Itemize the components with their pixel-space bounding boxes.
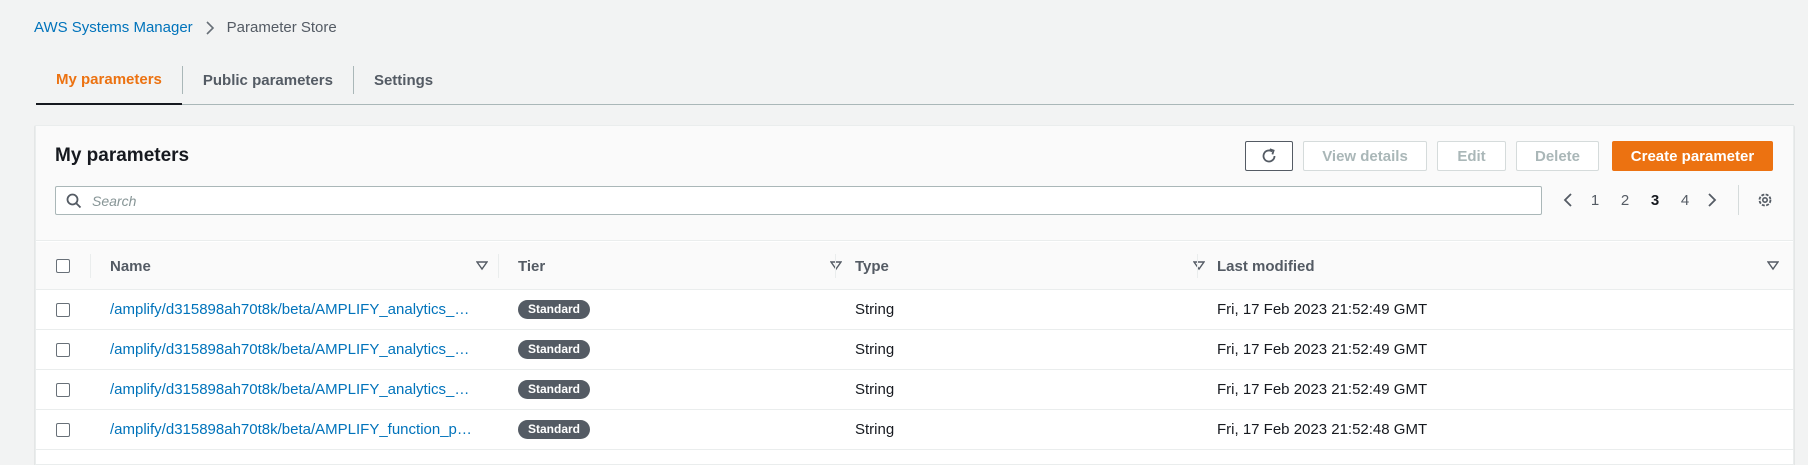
parameter-name-link[interactable]: /amplify/d315898ah70t8k/beta/AMPLIFY_fun… [110, 421, 475, 438]
last-modified-cell: Fri, 17 Feb 2023 21:52:48 GMT [1217, 421, 1428, 438]
parameters-panel: My parameters View details Edit Delete C… [35, 125, 1794, 465]
create-parameter-button[interactable]: Create parameter [1612, 141, 1773, 171]
tier-cell: Standard [518, 370, 591, 409]
edit-button[interactable]: Edit [1437, 141, 1506, 171]
tab-bar: My parameters Public parameters Settings [36, 56, 1794, 105]
chevron-right-icon[interactable] [1700, 192, 1724, 208]
sort-caret-icon[interactable] [1193, 261, 1205, 271]
parameter-name-link[interactable]: /amplify/d315898ah70t8k/beta/AMPLIFY_ana… [110, 381, 475, 398]
gear-icon[interactable] [1753, 188, 1777, 212]
column-last-modified-label: Last modified [1217, 257, 1315, 275]
breadcrumb-systems-manager-link[interactable]: AWS Systems Manager [34, 19, 193, 36]
column-header-type[interactable]: Type [855, 242, 1217, 290]
column-divider [1197, 254, 1198, 278]
search-box [55, 186, 1542, 215]
type-cell: String [855, 381, 895, 398]
view-details-button[interactable]: View details [1303, 141, 1427, 171]
table-row[interactable]: /amplify/d315898ah70t8k/beta/AMPLIFY_fun… [36, 410, 1793, 450]
column-tier-label: Tier [518, 257, 546, 275]
tier-badge: Standard [518, 420, 591, 439]
refresh-icon [1260, 147, 1278, 165]
chevron-right-icon [205, 20, 215, 35]
tab-settings[interactable]: Settings [354, 56, 453, 104]
row-select-cell [56, 330, 70, 369]
column-divider [835, 254, 836, 278]
table-row[interactable]: /amplify/d315898ah70t8k/beta/AMPLIFY_ana… [36, 330, 1793, 370]
name-cell: /amplify/d315898ah70t8k/beta/AMPLIFY_ana… [110, 370, 475, 409]
tier-cell: Standard [518, 410, 591, 449]
column-divider [498, 254, 499, 278]
sort-caret-icon[interactable] [1767, 261, 1779, 271]
row-checkbox[interactable] [56, 342, 70, 357]
breadcrumb: AWS Systems Manager Parameter Store [34, 19, 337, 36]
table-row[interactable]: /amplify/d315898ah70t8k/beta/AMPLIFY_ana… [36, 290, 1793, 330]
search-icon [66, 193, 82, 209]
type-cell: String [855, 421, 895, 438]
refresh-button[interactable] [1245, 141, 1293, 171]
select-all-cell [56, 242, 76, 290]
type-cell: String [855, 341, 895, 358]
table-header: Name Tier Type Last modified [36, 242, 1793, 290]
row-select-cell [56, 290, 70, 329]
name-cell: /amplify/d315898ah70t8k/beta/AMPLIFY_ana… [110, 290, 475, 329]
panel-title: My parameters [55, 145, 190, 166]
page-3[interactable]: 3 [1640, 192, 1670, 209]
last-modified-cell: Fri, 17 Feb 2023 21:52:49 GMT [1217, 301, 1428, 318]
last-modified-cell: Fri, 17 Feb 2023 21:52:49 GMT [1217, 381, 1428, 398]
type-cell: String [855, 301, 895, 318]
tier-badge: Standard [518, 300, 591, 319]
page-2[interactable]: 2 [1610, 192, 1640, 209]
pagination-divider [1738, 185, 1739, 215]
search-input[interactable] [90, 191, 1490, 210]
tier-cell: Standard [518, 330, 591, 369]
row-checkbox[interactable] [56, 422, 70, 437]
tier-badge: Standard [518, 380, 591, 399]
name-cell: /amplify/d315898ah70t8k/beta/AMPLIFY_fun… [110, 410, 475, 449]
row-select-cell [56, 410, 70, 449]
tier-cell: Standard [518, 290, 591, 329]
table-row[interactable]: /amplify/d315898ah70t8k/beta/AMPLIFY_ana… [36, 370, 1793, 410]
pagination: 1 2 3 4 [1556, 185, 1724, 215]
column-divider [90, 254, 91, 278]
sort-caret-icon[interactable] [830, 261, 842, 271]
breadcrumb-current: Parameter Store [226, 19, 337, 36]
column-header-last-modified[interactable]: Last modified [1217, 242, 1791, 290]
column-header-name[interactable]: Name [110, 242, 500, 290]
select-all-checkbox[interactable] [56, 259, 70, 273]
row-select-cell [56, 370, 70, 409]
column-type-label: Type [855, 257, 889, 275]
sort-caret-icon[interactable] [476, 261, 488, 271]
page-1[interactable]: 1 [1580, 192, 1610, 209]
column-name-label: Name [110, 257, 151, 275]
tier-badge: Standard [518, 340, 591, 359]
tab-my-parameters[interactable]: My parameters [36, 56, 182, 105]
parameter-name-link[interactable]: /amplify/d315898ah70t8k/beta/AMPLIFY_ana… [110, 341, 475, 358]
chevron-left-icon[interactable] [1556, 192, 1580, 208]
column-header-tier[interactable]: Tier [518, 242, 854, 290]
last-modified-cell: Fri, 17 Feb 2023 21:52:49 GMT [1217, 341, 1428, 358]
page-4[interactable]: 4 [1670, 192, 1700, 209]
parameter-name-link[interactable]: /amplify/d315898ah70t8k/beta/AMPLIFY_ana… [110, 301, 475, 318]
tab-public-parameters[interactable]: Public parameters [183, 56, 353, 104]
panel-header: My parameters View details Edit Delete C… [36, 126, 1793, 241]
name-cell: /amplify/d315898ah70t8k/beta/AMPLIFY_ana… [110, 330, 475, 369]
row-checkbox[interactable] [56, 382, 70, 397]
row-checkbox[interactable] [56, 302, 70, 317]
delete-button[interactable]: Delete [1516, 141, 1599, 171]
